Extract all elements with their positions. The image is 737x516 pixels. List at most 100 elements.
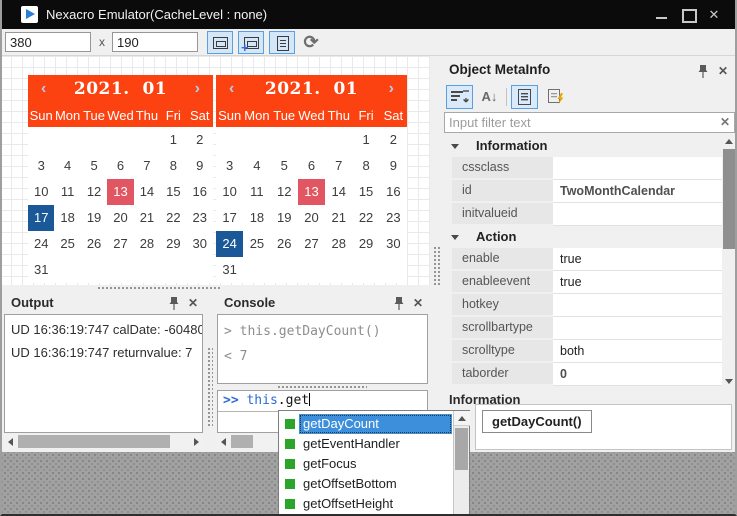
autocomplete-item[interactable]: getDayCount (279, 414, 452, 434)
calendar-day[interactable]: 5 (81, 153, 107, 179)
resize-frame-button[interactable] (207, 31, 233, 54)
calendar-day[interactable]: 6 (298, 153, 325, 179)
calendar-day[interactable]: 7 (134, 153, 160, 179)
splitter-handle[interactable] (433, 246, 440, 286)
calendar-day[interactable]: 8 (160, 153, 186, 179)
splitter-handle[interactable] (207, 347, 213, 427)
calendar-day[interactable]: 21 (134, 205, 160, 231)
sort-by-category-icon[interactable] (446, 85, 473, 109)
calendar-day[interactable]: 28 (134, 231, 160, 257)
calendar-day[interactable]: 19 (271, 205, 298, 231)
calendar-day[interactable]: 5 (271, 153, 298, 179)
calendar-day[interactable]: 13 (298, 179, 325, 205)
scrollbar-thumb[interactable] (231, 435, 253, 448)
calendar-day[interactable]: 26 (81, 231, 107, 257)
calendar-day[interactable]: 12 (81, 179, 107, 205)
clear-filter-icon[interactable]: ✕ (720, 115, 730, 129)
width-input[interactable] (5, 32, 91, 52)
scroll-right-icon[interactable] (189, 434, 203, 449)
close-panel-icon[interactable]: ✕ (413, 296, 423, 310)
calendar-day[interactable]: 7 (325, 153, 352, 179)
add-frame-button[interactable]: + (238, 31, 264, 54)
calendar-day[interactable]: 1 (160, 127, 186, 153)
calendar-day[interactable]: 10 (28, 179, 54, 205)
scroll-left-icon[interactable] (4, 434, 18, 449)
scrollbar-thumb[interactable] (455, 428, 468, 470)
form-info-button[interactable] (269, 31, 295, 54)
property-value[interactable] (553, 294, 722, 317)
output-console-splitter[interactable] (205, 292, 215, 452)
calendar-day[interactable]: 9 (380, 153, 407, 179)
minimize-button[interactable] (651, 0, 673, 29)
event-edit-icon[interactable] (543, 85, 570, 109)
calendar-day[interactable]: 29 (160, 231, 186, 257)
calendar-day[interactable]: 3 (28, 153, 54, 179)
calendar-day[interactable]: 10 (216, 179, 243, 205)
calendar-day[interactable]: 17 (216, 205, 243, 231)
calendar-day[interactable]: 3 (216, 153, 243, 179)
calendar-day[interactable]: 26 (271, 231, 298, 257)
calendar-day[interactable]: 23 (187, 205, 213, 231)
autocomplete-scrollbar[interactable] (453, 411, 469, 515)
calendar-day[interactable]: 24 (216, 231, 243, 257)
calendar-day[interactable]: 14 (325, 179, 352, 205)
maximize-button[interactable] (677, 0, 699, 29)
calendar-day[interactable]: 4 (243, 153, 270, 179)
calendar-day[interactable]: 31 (28, 257, 54, 283)
refresh-button[interactable]: ⟳ (299, 31, 323, 55)
close-panel-icon[interactable]: ✕ (718, 64, 728, 78)
property-value[interactable]: TwoMonthCalendar (553, 180, 722, 203)
autocomplete-item[interactable]: getFocus (279, 454, 452, 474)
calendar-day[interactable]: 1 (352, 127, 379, 153)
scroll-down-icon[interactable] (722, 375, 736, 388)
calendar-day[interactable]: 11 (54, 179, 80, 205)
scrollbar-thumb[interactable] (723, 149, 735, 249)
calendar-day[interactable]: 29 (352, 231, 379, 257)
calendar-day[interactable]: 9 (187, 153, 213, 179)
calendar-day[interactable]: 6 (107, 153, 133, 179)
vertical-splitter[interactable] (430, 56, 443, 452)
calendar-day[interactable]: 12 (271, 179, 298, 205)
calendar-day[interactable]: 15 (160, 179, 186, 205)
prev-month-button[interactable]: ‹ (41, 81, 46, 97)
calendar-day[interactable]: 17 (28, 205, 54, 231)
calendar-day[interactable]: 22 (352, 205, 379, 231)
property-section-header[interactable]: Action (443, 226, 722, 248)
next-month-button[interactable]: › (195, 81, 200, 97)
calendar-day[interactable]: 25 (54, 231, 80, 257)
calendar-day[interactable]: 18 (243, 205, 270, 231)
scrollbar-thumb[interactable] (18, 435, 170, 448)
calendar-day[interactable]: 27 (298, 231, 325, 257)
calendar-day[interactable]: 13 (107, 179, 133, 205)
calendar-day[interactable]: 21 (325, 205, 352, 231)
calendar-day[interactable]: 2 (187, 127, 213, 153)
prev-month-button[interactable]: ‹ (229, 81, 234, 97)
calendar-day[interactable]: 23 (380, 205, 407, 231)
property-value[interactable]: 0 (553, 363, 722, 386)
calendar-day[interactable]: 16 (380, 179, 407, 205)
close-button[interactable]: ✕ (703, 0, 725, 29)
calendar-day[interactable]: 20 (298, 205, 325, 231)
property-scrollbar[interactable] (722, 135, 736, 388)
output-horizontal-scrollbar[interactable] (4, 434, 203, 449)
next-month-button[interactable]: › (389, 81, 394, 97)
calendar-day[interactable]: 20 (107, 205, 133, 231)
scroll-up-icon[interactable] (454, 411, 470, 426)
autocomplete-item[interactable]: getEventHandler (279, 434, 452, 454)
calendar-day[interactable]: 8 (352, 153, 379, 179)
filter-input[interactable] (444, 112, 735, 133)
calendar-day[interactable]: 19 (81, 205, 107, 231)
calendar-day[interactable]: 28 (325, 231, 352, 257)
splitter-handle[interactable] (277, 385, 367, 389)
calendar-day[interactable]: 16 (187, 179, 213, 205)
calendar-day[interactable]: 30 (187, 231, 213, 257)
calendar-day[interactable]: 18 (54, 205, 80, 231)
property-value[interactable]: both (553, 340, 722, 363)
property-list-icon[interactable] (511, 85, 538, 109)
calendar-day[interactable]: 2 (380, 127, 407, 153)
property-section-header[interactable]: Information (443, 135, 722, 157)
autocomplete-item[interactable]: getOffsetBottom (279, 474, 452, 494)
height-input[interactable] (112, 32, 198, 52)
scroll-up-icon[interactable] (722, 135, 736, 148)
scroll-left-icon[interactable] (217, 434, 231, 449)
